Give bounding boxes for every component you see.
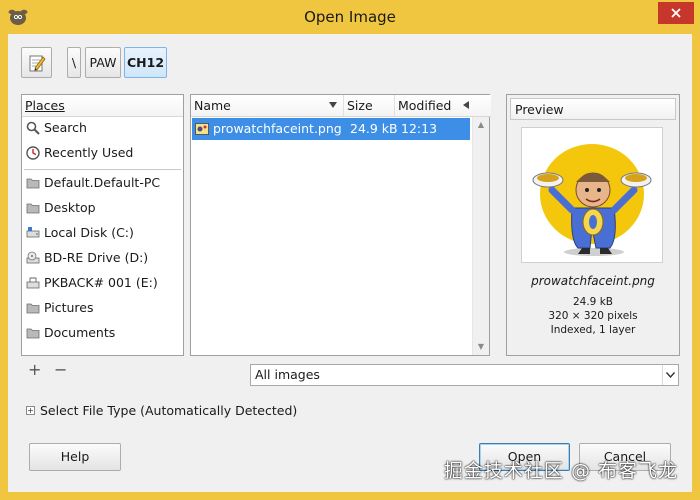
scroll-left-icon bbox=[463, 101, 469, 109]
places-separator bbox=[24, 169, 181, 170]
preview-size: 24.9 kB bbox=[572, 296, 613, 308]
chevron-down-icon bbox=[666, 372, 675, 378]
preview-header[interactable]: Preview bbox=[510, 98, 676, 120]
place-recently-used[interactable]: Recently Used bbox=[22, 142, 183, 164]
clock-icon bbox=[26, 146, 40, 160]
file-size: 24.9 kB bbox=[350, 121, 398, 136]
folder-icon bbox=[26, 328, 40, 339]
place-documents[interactable]: Documents bbox=[22, 322, 183, 344]
place-pictures[interactable]: Pictures bbox=[22, 297, 183, 319]
place-default-pc[interactable]: Default.Default-PC bbox=[22, 172, 183, 194]
drive-icon bbox=[26, 227, 40, 238]
place-pkback-drive[interactable]: PKBACK# 001 (E:) bbox=[22, 272, 183, 294]
preview-dimensions: 320 × 320 pixels bbox=[548, 310, 638, 322]
sort-descending-icon bbox=[329, 102, 337, 108]
close-button[interactable] bbox=[658, 2, 694, 24]
title-bar: Open Image bbox=[0, 0, 700, 34]
image-file-icon bbox=[195, 123, 209, 135]
scroll-down-icon[interactable]: ▼ bbox=[473, 339, 489, 355]
close-icon bbox=[671, 8, 681, 18]
pencil-notepad-icon bbox=[29, 55, 46, 71]
preview-thumbnail bbox=[521, 127, 663, 263]
place-search[interactable]: Search bbox=[22, 117, 183, 139]
place-desktop[interactable]: Desktop bbox=[22, 197, 183, 219]
column-header-name[interactable]: Name bbox=[191, 95, 344, 117]
column-header-modified[interactable]: Modified bbox=[395, 95, 491, 117]
file-modified: 12:13 bbox=[401, 121, 438, 136]
file-type-filter[interactable]: All images bbox=[250, 364, 679, 386]
add-bookmark-button[interactable]: + bbox=[28, 362, 41, 380]
usb-drive-icon bbox=[26, 277, 40, 289]
places-panel: Places Search Recently Used Default.Defa… bbox=[21, 94, 184, 356]
window-title: Open Image bbox=[304, 8, 396, 26]
folder-icon bbox=[26, 178, 40, 189]
preview-filename: prowatchfaceint.png bbox=[531, 274, 655, 288]
mascot-image bbox=[532, 144, 652, 256]
scroll-up-icon[interactable]: ▲ bbox=[473, 117, 489, 133]
search-icon bbox=[26, 121, 40, 135]
place-local-disk[interactable]: Local Disk (C:) bbox=[22, 222, 183, 244]
vertical-scrollbar[interactable]: ▲ ▼ bbox=[472, 117, 489, 355]
dropdown-button[interactable] bbox=[662, 365, 678, 385]
dialog-body: \ PAW CH12 Places Search Recently Used D… bbox=[8, 34, 692, 492]
expand-icon: + bbox=[26, 406, 35, 415]
help-button[interactable]: Help bbox=[29, 443, 121, 471]
preview-mode: Indexed, 1 layer bbox=[550, 324, 636, 336]
watermark: 掘金技术社区 @ 布客飞龙 bbox=[443, 460, 678, 482]
folder-icon bbox=[26, 303, 40, 314]
breadcrumb-ch12[interactable]: CH12 bbox=[124, 47, 167, 78]
breadcrumb-paw[interactable]: PAW bbox=[85, 47, 121, 78]
file-name: prowatchfaceint.png bbox=[213, 121, 342, 136]
places-header[interactable]: Places bbox=[22, 95, 183, 117]
remove-bookmark-button[interactable]: − bbox=[54, 362, 67, 380]
select-file-type-expander[interactable]: + Select File Type (Automatically Detect… bbox=[26, 403, 297, 419]
column-header-size[interactable]: Size bbox=[344, 95, 395, 117]
folder-icon bbox=[26, 203, 40, 214]
optical-drive-icon bbox=[26, 251, 40, 264]
select-file-type-label: Select File Type (Automatically Detected… bbox=[40, 403, 298, 418]
preview-panel: Preview prowatchfaceint.png 24.9 kB 320 … bbox=[506, 94, 680, 356]
place-bd-re-drive[interactable]: BD-RE Drive (D:) bbox=[22, 247, 183, 269]
file-row[interactable]: prowatchfaceint.png 24.9 kB 12:13 bbox=[192, 118, 470, 140]
breadcrumb-root[interactable]: \ bbox=[67, 47, 81, 78]
file-list: Name Size Modified prowatchfaceint.png 2… bbox=[190, 94, 491, 356]
type-location-button[interactable] bbox=[21, 47, 52, 78]
